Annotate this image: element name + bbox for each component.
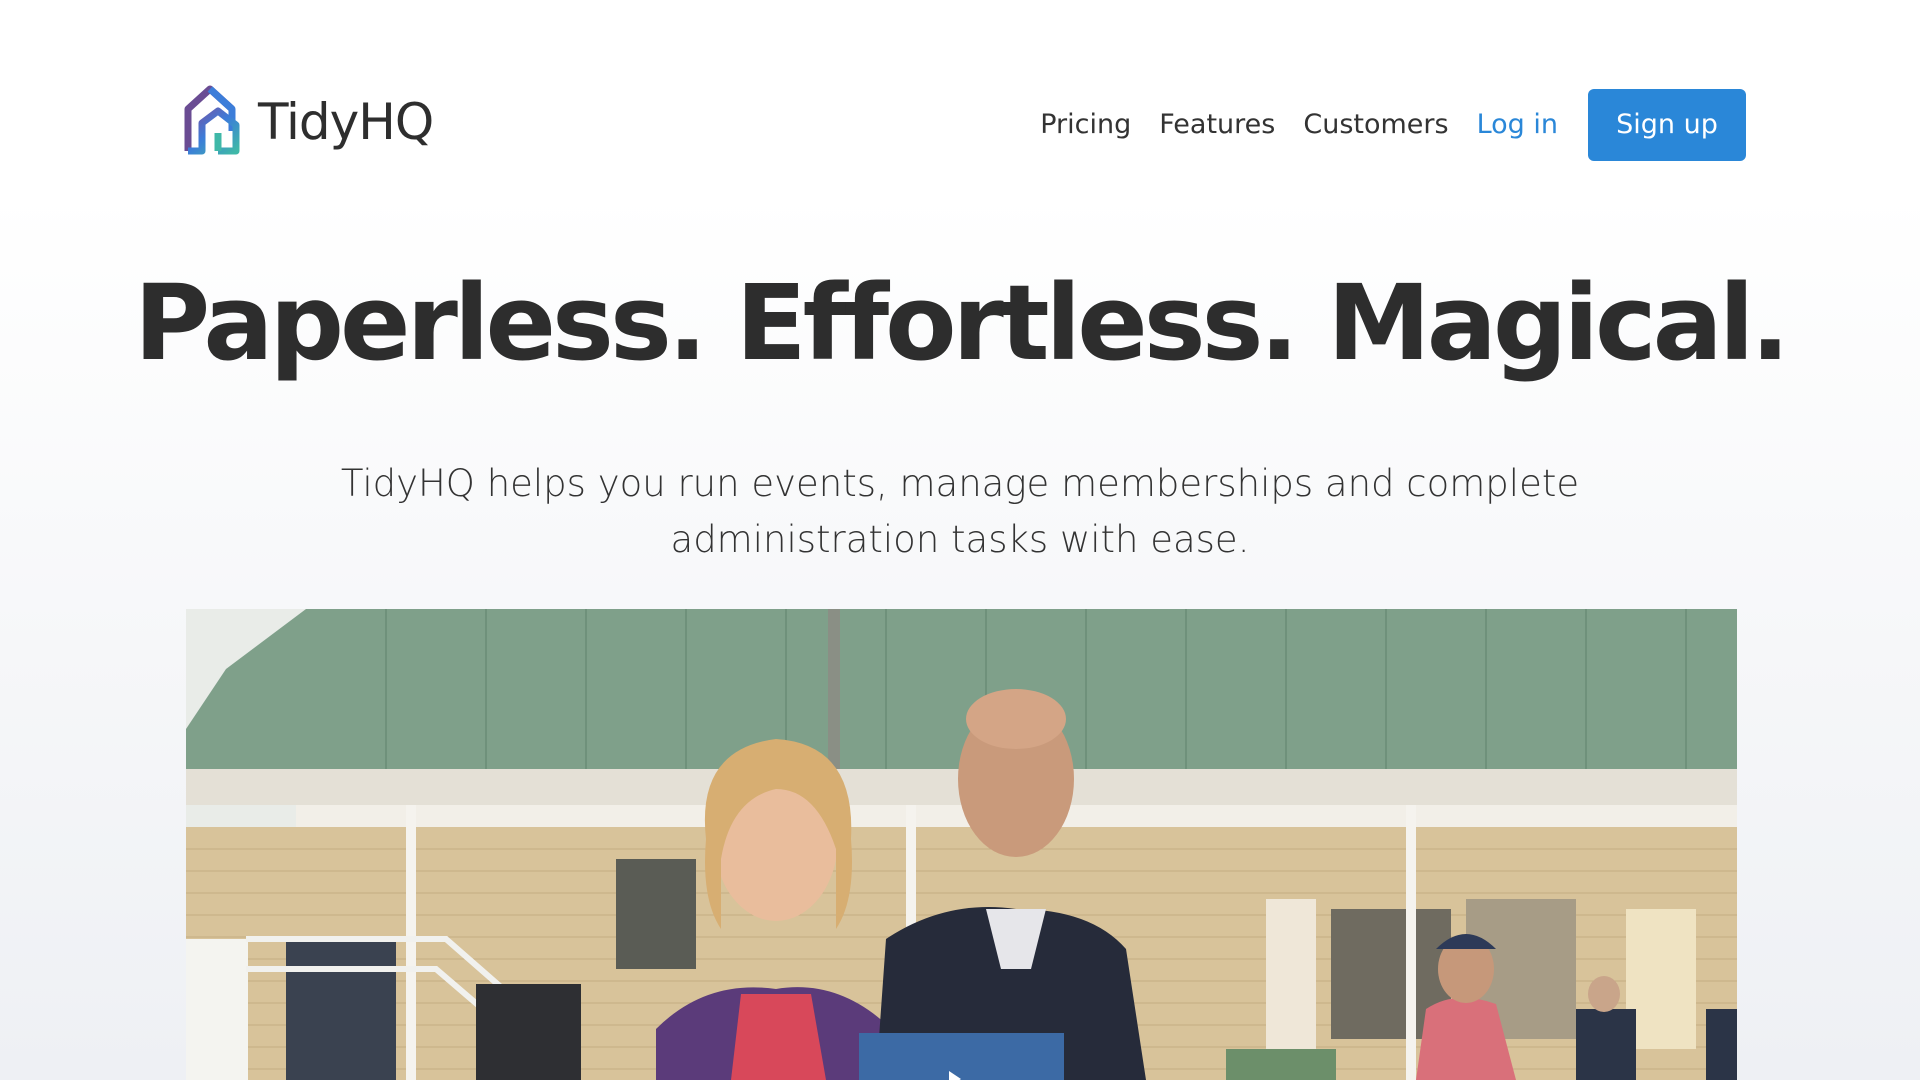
video-thumbnail-image [186,609,1737,1080]
logo-text: TidyHQ [258,93,434,151]
hero-video[interactable] [186,609,1737,1080]
site-header: TidyHQ Pricing Features Customers Log in… [0,0,1920,200]
main-nav: Pricing Features Customers Log in Sign u… [1040,88,1746,161]
hero-headline: Paperless. Effortless. Magical. [133,262,1790,384]
play-button[interactable] [859,1033,1064,1080]
signup-button[interactable]: Sign up [1588,88,1746,161]
hero-subheadline: TidyHQ helps you run events, manage memb… [340,462,1580,561]
nav-pricing[interactable]: Pricing [1040,109,1131,140]
nav-customers[interactable]: Customers [1303,109,1448,140]
landing-page: TidyHQ Pricing Features Customers Log in… [0,0,1920,1080]
tidyhq-logo-icon [178,81,248,164]
nav-features[interactable]: Features [1159,109,1275,140]
login-link[interactable]: Log in [1477,109,1558,140]
logo-link[interactable]: TidyHQ [178,81,434,164]
